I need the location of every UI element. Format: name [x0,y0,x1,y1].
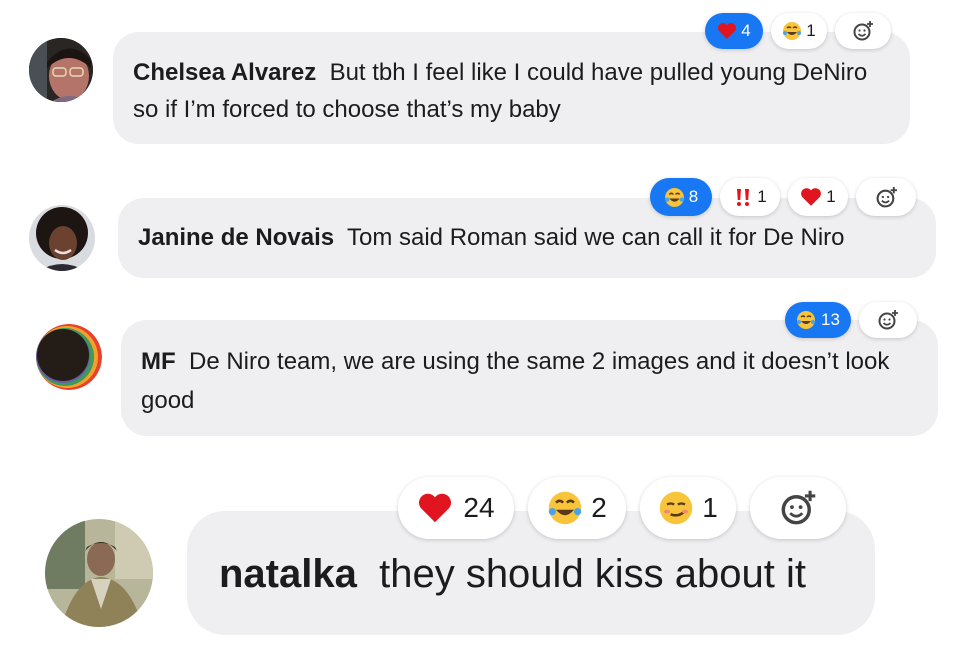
laugh-cry-icon [796,310,816,330]
avatar[interactable] [36,324,102,390]
avatar[interactable] [29,205,95,271]
reaction-count: 1 [826,187,836,206]
reaction-count: 1 [702,492,718,523]
comment-body: they should kiss about it [379,552,807,596]
laugh-cry-icon [782,21,802,41]
reaction-laugh-cry[interactable]: 13 [785,302,851,338]
comment-author[interactable]: natalka [219,552,357,596]
heart-icon [800,187,822,207]
add-reaction-icon [875,186,898,209]
reaction-heart[interactable]: 4 [705,13,763,49]
reaction-laugh-cry[interactable]: 8 [650,178,712,216]
add-reaction-icon [779,489,817,527]
reaction-heart[interactable]: 1 [788,178,848,216]
add-reaction-icon [852,20,874,42]
reaction-smirk[interactable]: 1 [640,477,736,539]
reaction-count: 24 [463,492,495,523]
reaction-count: 8 [688,187,699,206]
laugh-cry-icon [547,490,583,526]
comment-text: Chelsea Alvarez But tbh I feel like I co… [133,54,890,128]
reaction-count: 1 [806,21,816,40]
laugh-cry-icon [664,187,685,208]
avatar-image [29,38,93,102]
reaction-count: 4 [741,21,751,40]
comment-author[interactable]: Chelsea Alvarez [133,59,316,86]
double-exclamation-icon [733,187,753,207]
reaction-count: 13 [821,310,840,329]
avatar-image [36,324,102,390]
reaction-double-exclamation[interactable]: 1 [720,178,780,216]
heart-icon [717,22,737,40]
avatar[interactable] [29,38,93,102]
avatar[interactable] [45,519,153,627]
reaction-laugh-cry[interactable]: 2 [528,477,626,539]
reaction-bar: 24 2 1 [398,477,846,539]
avatar-image [45,519,153,627]
add-reaction-icon [877,309,899,331]
comment-author[interactable]: Janine de Novais [138,224,334,251]
add-reaction-button[interactable] [835,13,891,49]
comment-text: Janine de Novais Tom said Roman said we … [138,220,916,256]
comment-text: natalka they should kiss about it [219,551,843,597]
comment-author[interactable]: MF [141,348,176,375]
reaction-laugh-cry[interactable]: 1 [771,13,827,49]
add-reaction-button[interactable] [856,178,916,216]
heart-icon [417,492,453,524]
reaction-bar: 4 1 [705,13,891,49]
avatar-image [29,205,95,271]
reaction-count: 2 [591,492,607,523]
comment-body: Tom said Roman said we can call it for D… [346,224,845,251]
comment-body: De Niro team, we are using the same 2 im… [141,348,890,414]
reaction-bar: 13 [785,302,917,338]
reaction-heart[interactable]: 24 [398,477,514,539]
add-reaction-button[interactable] [750,477,846,539]
comment-text: MF De Niro team, we are using the same 2… [141,342,918,420]
reaction-bar: 8 1 1 [650,178,916,216]
reaction-count: 1 [757,187,767,206]
smirk-icon [658,490,694,526]
add-reaction-button[interactable] [859,302,917,338]
